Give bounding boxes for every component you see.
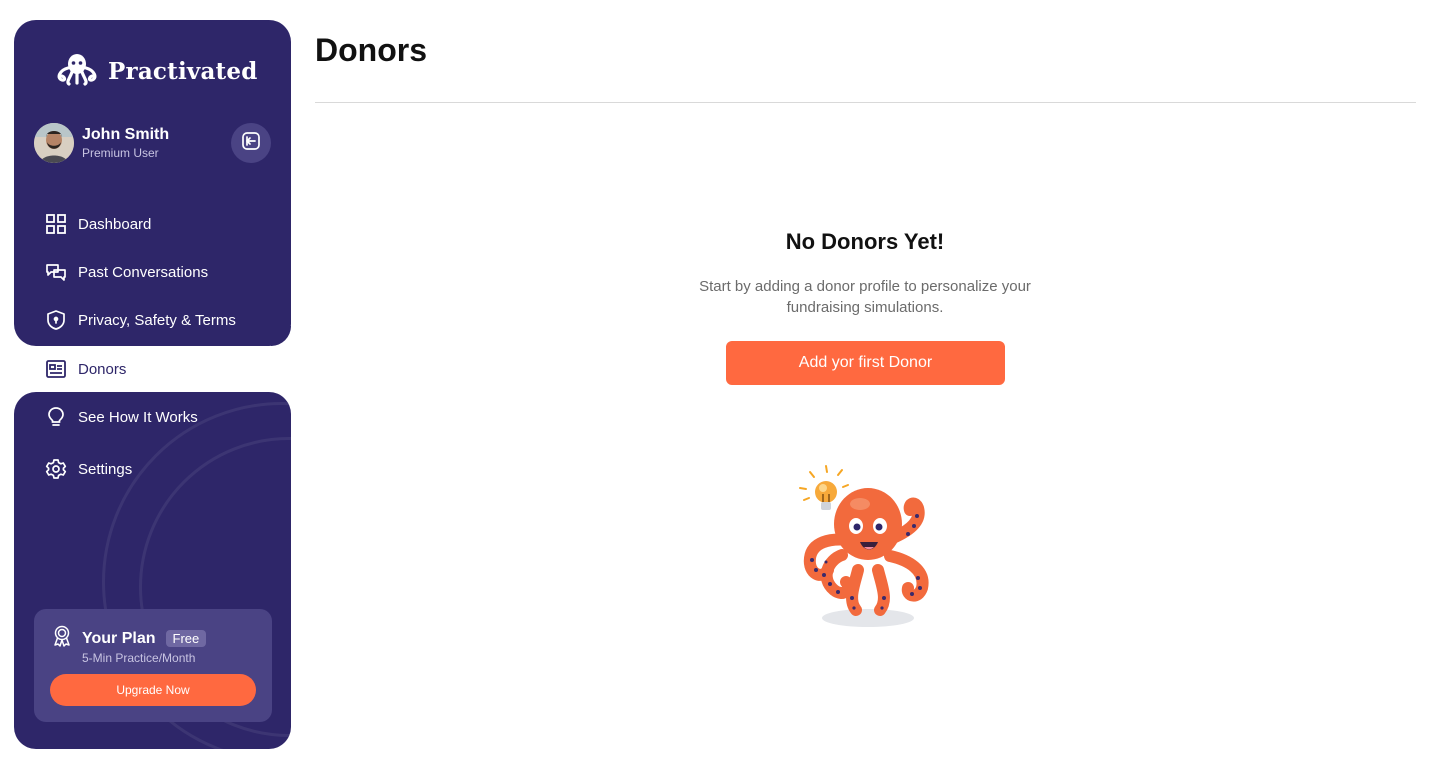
plan-subtitle: 5-Min Practice/Month (82, 651, 196, 665)
header-divider (315, 102, 1416, 103)
sidebar-item-past-conversations[interactable]: Past Conversations (44, 260, 208, 284)
sidebar-item-settings[interactable]: Settings (44, 457, 132, 481)
shield-icon (44, 308, 68, 332)
lightbulb-icon (44, 405, 68, 429)
sidebar-item-label: Past Conversations (78, 263, 209, 281)
avatar (34, 123, 74, 163)
add-first-donor-button[interactable]: Add yor first Donor (726, 341, 1005, 385)
octopus-mascot-illustration (790, 460, 950, 635)
user-name: John Smith (82, 126, 170, 143)
sidebar-notch (271, 326, 291, 346)
sidebar-item-privacy[interactable]: Privacy, Safety & Terms (44, 308, 236, 332)
sidebar-item-label: Privacy, Safety & Terms (78, 311, 236, 329)
page-title: Donors (315, 32, 427, 68)
sidebar-item-label: Settings (78, 460, 133, 478)
sidebar-item-donors[interactable]: Donors (44, 357, 126, 381)
plan-title: Your Plan (82, 629, 156, 647)
brand-name: Practivated (108, 58, 258, 85)
plan-badge: Free (165, 630, 207, 647)
collapse-sidebar-button[interactable] (231, 123, 271, 163)
sidebar-item-label: Dashboard (78, 215, 152, 233)
empty-state-title: No Donors Yet! (785, 229, 945, 254)
gear-icon (44, 457, 68, 481)
sidebar-item-how-it-works[interactable]: See How It Works (44, 405, 198, 429)
user-role: Premium User (82, 146, 159, 160)
id-card-icon (44, 357, 68, 381)
user-profile[interactable]: John Smith Premium User (34, 123, 169, 163)
plan-card: Your Plan Free 5-Min Practice/Month Upgr… (34, 609, 272, 722)
sidebar-item-label: See How It Works (78, 408, 198, 426)
sidebar-item-dashboard[interactable]: Dashboard (44, 212, 151, 236)
sidebar-item-label: Donors (78, 360, 127, 378)
upgrade-button[interactable]: Upgrade Now (50, 674, 256, 706)
brand-logo[interactable]: Practivated (52, 52, 258, 91)
logout-icon (240, 130, 262, 157)
octopus-logo-icon (52, 52, 102, 91)
app-root: Practivated John Smith Premium User Dash… (0, 0, 1440, 768)
grid-icon (44, 212, 68, 236)
chat-icon (44, 260, 68, 284)
award-icon (50, 624, 74, 653)
empty-state-description: Start by adding a donor profile to perso… (699, 278, 1031, 316)
